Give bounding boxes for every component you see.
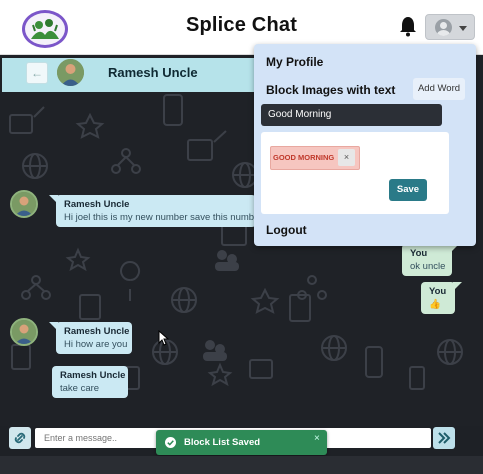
thumbs-up-icon: 👍 [429,299,441,310]
menu-item-my-profile[interactable]: My Profile [266,55,323,69]
message-sender: Ramesh Uncle [60,370,126,381]
message-bubble-incoming[interactable]: Ramesh Uncle Hi joel this is my new numb… [49,195,263,227]
arrow-left-icon: ← [31,66,43,80]
add-word-button[interactable]: Add Word [413,78,465,100]
message-bubble-outgoing[interactable]: You 👍 [421,282,462,314]
link-icon [14,432,26,444]
contact-name: Ramesh Uncle [108,65,198,80]
message-bubble-outgoing[interactable]: You ok uncle [402,244,459,276]
message-sender: You [429,286,447,297]
toast-close-button[interactable]: × [314,433,320,444]
block-word-input[interactable] [261,104,442,126]
back-button[interactable]: ← [26,62,48,84]
blocked-words-list [261,132,449,214]
user-avatar-icon [435,19,452,36]
sender-avatar[interactable] [10,318,38,346]
sender-avatar[interactable] [10,190,38,218]
bottom-strip [0,456,483,474]
message-text: ok uncle [410,261,446,272]
message-sender: Ramesh Uncle [64,326,130,337]
menu-item-logout[interactable]: Logout [266,223,307,237]
contact-avatar[interactable] [57,59,84,86]
blocked-word-label: GOOD MORNING [273,153,335,162]
message-text: Hi joel this is my new number save this … [64,212,263,223]
message-text: take care [60,383,100,394]
message-text: Hi how are you [64,339,128,350]
remove-chip-button[interactable]: × [338,149,355,166]
message-bubble-incoming[interactable]: Ramesh Uncle Hi how are you [49,322,132,354]
user-menu-button[interactable] [425,14,475,40]
attach-button[interactable] [9,427,31,449]
bell-icon[interactable] [398,15,418,37]
save-button[interactable]: Save [389,179,427,201]
message-sender: You [410,248,428,259]
toast-message: Block List Saved [184,437,261,448]
send-button[interactable] [433,427,455,449]
chevron-down-icon [459,26,467,31]
mouse-cursor-icon [158,330,170,346]
double-chevron-right-icon [438,432,451,444]
message-bubble-incoming[interactable]: Ramesh Uncle take care [52,366,128,398]
block-images-label: Block Images with text [266,83,396,97]
message-sender: Ramesh Uncle [64,199,130,210]
check-circle-icon [165,437,176,448]
